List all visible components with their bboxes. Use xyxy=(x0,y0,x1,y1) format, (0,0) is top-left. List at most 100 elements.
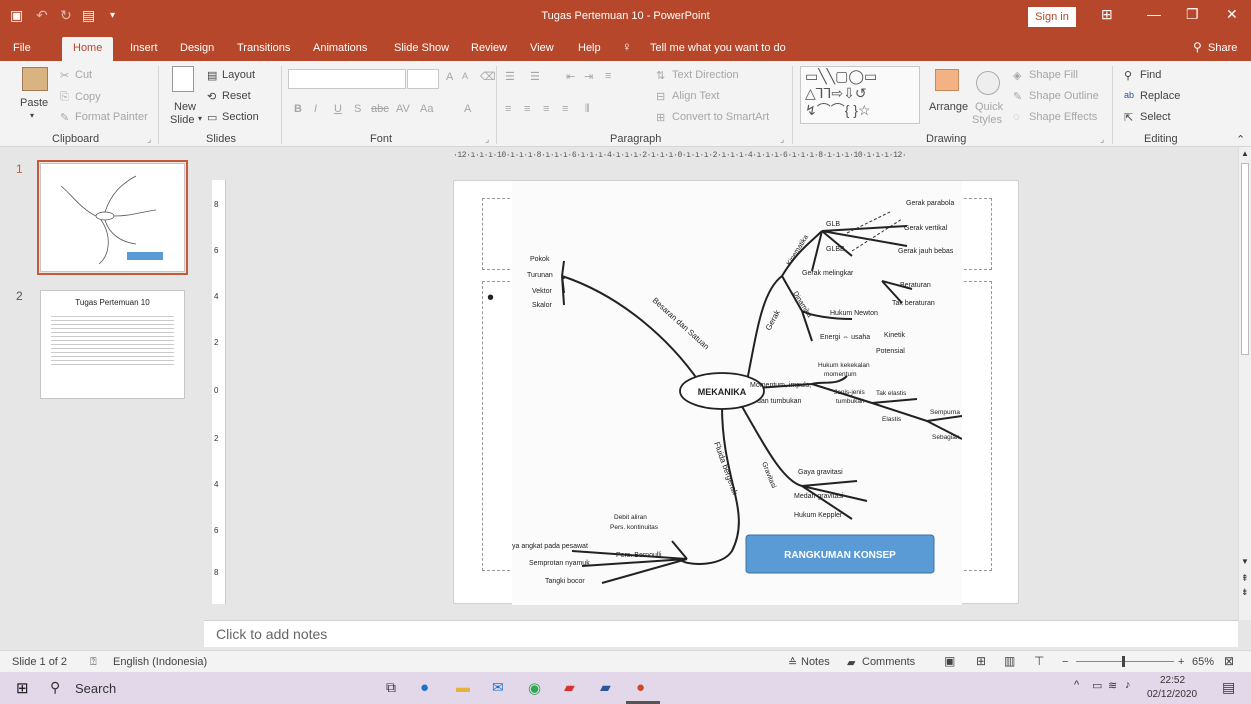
clock-time[interactable]: 22:52 xyxy=(1160,675,1185,686)
notes-button[interactable]: Notes xyxy=(801,656,830,668)
increase-indent-icon[interactable]: ⇥ xyxy=(584,70,593,83)
align-center-icon[interactable]: ≡ xyxy=(524,103,530,115)
italic-button[interactable]: I xyxy=(314,103,317,115)
clipboard-launcher-icon[interactable]: ⌟ xyxy=(147,134,151,145)
font-name-combobox[interactable] xyxy=(288,69,406,89)
align-right-icon[interactable]: ≡ xyxy=(543,103,549,115)
paste-dropdown-icon[interactable]: ▾ xyxy=(30,111,34,120)
align-left-icon[interactable]: ≡ xyxy=(505,103,511,115)
show-hidden-icons[interactable]: ^ xyxy=(1074,679,1079,691)
zoom-slider[interactable] xyxy=(1076,661,1174,662)
reset-button[interactable]: Reset xyxy=(222,90,251,102)
font-size-combobox[interactable] xyxy=(407,69,439,89)
pdf-reader-icon[interactable]: ▰ xyxy=(564,679,575,696)
paste-button[interactable]: Paste xyxy=(20,97,48,109)
tab-view[interactable]: View xyxy=(530,42,554,54)
tab-review[interactable]: Review xyxy=(471,42,507,54)
previous-slide-icon[interactable]: ⇞ xyxy=(1241,573,1249,584)
shrink-font-button[interactable]: A xyxy=(462,71,468,81)
slide-show-icon[interactable]: ⊤ xyxy=(1034,654,1044,668)
restore-button[interactable]: ❐ xyxy=(1186,6,1199,23)
tell-me-search[interactable]: Tell me what you want to do xyxy=(650,42,786,54)
copy-button[interactable]: Copy xyxy=(75,91,101,103)
word-icon[interactable]: ▰ xyxy=(600,679,611,696)
arrange-button[interactable]: Arrange xyxy=(929,101,968,113)
notes-pane[interactable]: Click to add notes xyxy=(204,620,1238,647)
edge-icon[interactable]: ● xyxy=(420,679,429,696)
select-button[interactable]: Select xyxy=(1140,111,1171,123)
windows-start-icon[interactable]: ⊞ xyxy=(16,679,29,697)
ribbon-display-options-icon[interactable]: ⊞ xyxy=(1101,6,1113,23)
underline-button[interactable]: U xyxy=(334,103,342,115)
file-explorer-icon[interactable]: ▬ xyxy=(456,679,470,695)
minimize-button[interactable]: — xyxy=(1147,6,1161,22)
strikethrough-button[interactable]: abc xyxy=(371,103,389,115)
layout-button[interactable]: Layout xyxy=(222,69,255,81)
align-text-button[interactable]: Align Text xyxy=(672,90,720,102)
tab-design[interactable]: Design xyxy=(180,42,214,54)
drawing-launcher-icon[interactable]: ⌟ xyxy=(1100,134,1104,145)
quick-styles-button-line2[interactable]: Styles xyxy=(972,114,1002,126)
fit-to-window-icon[interactable]: ⊠ xyxy=(1224,654,1234,668)
tab-file[interactable]: File xyxy=(13,42,31,54)
new-slide-button-line2[interactable]: Slide xyxy=(170,114,194,126)
next-slide-icon[interactable]: ⇟ xyxy=(1241,587,1249,598)
font-launcher-icon[interactable]: ⌟ xyxy=(485,134,489,145)
slide-canvas[interactable]: • MEKANIKA Besaran dan Satuan Gerak Kine… xyxy=(453,180,1019,605)
columns-icon[interactable]: ⫴ xyxy=(585,103,590,116)
character-spacing-button[interactable]: AV xyxy=(396,103,410,115)
scroll-down-icon[interactable]: ▼ xyxy=(1241,557,1249,566)
find-button[interactable]: Find xyxy=(1140,69,1161,81)
battery-icon[interactable]: ▭ xyxy=(1092,679,1102,692)
new-slide-icon[interactable] xyxy=(172,66,194,92)
section-button[interactable]: Section xyxy=(222,111,259,123)
tab-insert[interactable]: Insert xyxy=(130,42,158,54)
decrease-indent-icon[interactable]: ⇤ xyxy=(566,70,575,83)
quick-styles-button[interactable]: Quick xyxy=(975,101,1003,113)
mind-map-image[interactable]: MEKANIKA Besaran dan Satuan Gerak Kinema… xyxy=(512,181,962,605)
spellcheck-icon[interactable]: ⍰ xyxy=(90,656,97,669)
numbering-icon[interactable]: ☰ xyxy=(530,70,540,83)
bullets-icon[interactable]: ☰ xyxy=(505,70,515,83)
slide-thumbnail-1[interactable] xyxy=(37,160,188,275)
reading-view-icon[interactable]: ▥ xyxy=(1004,654,1015,668)
grow-font-button[interactable]: A xyxy=(446,71,453,83)
volume-icon[interactable]: ♪ xyxy=(1125,679,1131,691)
tab-home[interactable]: Home xyxy=(62,37,114,61)
justify-icon[interactable]: ≡ xyxy=(562,103,568,115)
task-view-icon[interactable]: ⧉ xyxy=(386,679,396,696)
tab-animations[interactable]: Animations xyxy=(313,42,367,54)
arrange-icon[interactable] xyxy=(935,69,959,91)
shape-effects-button[interactable]: Shape Effects xyxy=(1029,111,1097,123)
slide-sorter-icon[interactable]: ⊞ xyxy=(976,654,986,668)
language-indicator[interactable]: English (Indonesia) xyxy=(113,656,207,668)
chrome-icon[interactable]: ◉ xyxy=(528,679,541,697)
sign-in-button[interactable]: Sign in xyxy=(1028,7,1076,27)
normal-view-icon[interactable]: ▣ xyxy=(944,654,955,668)
clock-date[interactable]: 02/12/2020 xyxy=(1147,689,1197,700)
tab-transitions[interactable]: Transitions xyxy=(237,42,290,54)
line-spacing-icon[interactable]: ≡ xyxy=(605,70,611,82)
wifi-icon[interactable]: ≋ xyxy=(1108,679,1117,692)
shape-outline-button[interactable]: Shape Outline xyxy=(1029,90,1099,102)
quick-styles-icon[interactable] xyxy=(976,71,1000,95)
paste-icon[interactable] xyxy=(22,67,48,91)
cut-button[interactable]: Cut xyxy=(75,69,92,81)
font-color-button[interactable]: A xyxy=(464,103,471,115)
format-painter-button[interactable]: Format Painter xyxy=(75,111,148,123)
powerpoint-icon[interactable]: ● xyxy=(636,679,645,696)
tab-help[interactable]: Help xyxy=(578,42,601,54)
new-slide-dropdown-icon[interactable]: ▾ xyxy=(198,114,202,123)
shape-fill-button[interactable]: Shape Fill xyxy=(1029,69,1078,81)
slide-thumbnail-2[interactable]: Tugas Pertemuan 10 xyxy=(40,290,185,399)
vertical-scrollbar[interactable]: ▲ ▼ ⇞ ⇟ xyxy=(1238,147,1251,620)
taskbar-search[interactable]: Search xyxy=(75,681,116,696)
change-case-button[interactable]: Aa xyxy=(420,103,433,115)
share-button[interactable]: Share xyxy=(1208,42,1237,54)
shapes-gallery[interactable]: ▭╲╲▢◯▭ △⅂⅂⇨⇩↺ ↯⌒⌒{ }☆ xyxy=(800,66,920,124)
replace-button[interactable]: Replace xyxy=(1140,90,1180,102)
zoom-slider-thumb[interactable] xyxy=(1122,656,1125,667)
collapse-ribbon-icon[interactable]: ⌃ xyxy=(1236,133,1245,146)
convert-smartart-button[interactable]: Convert to SmartArt xyxy=(672,111,769,123)
tab-slide-show[interactable]: Slide Show xyxy=(394,42,449,54)
